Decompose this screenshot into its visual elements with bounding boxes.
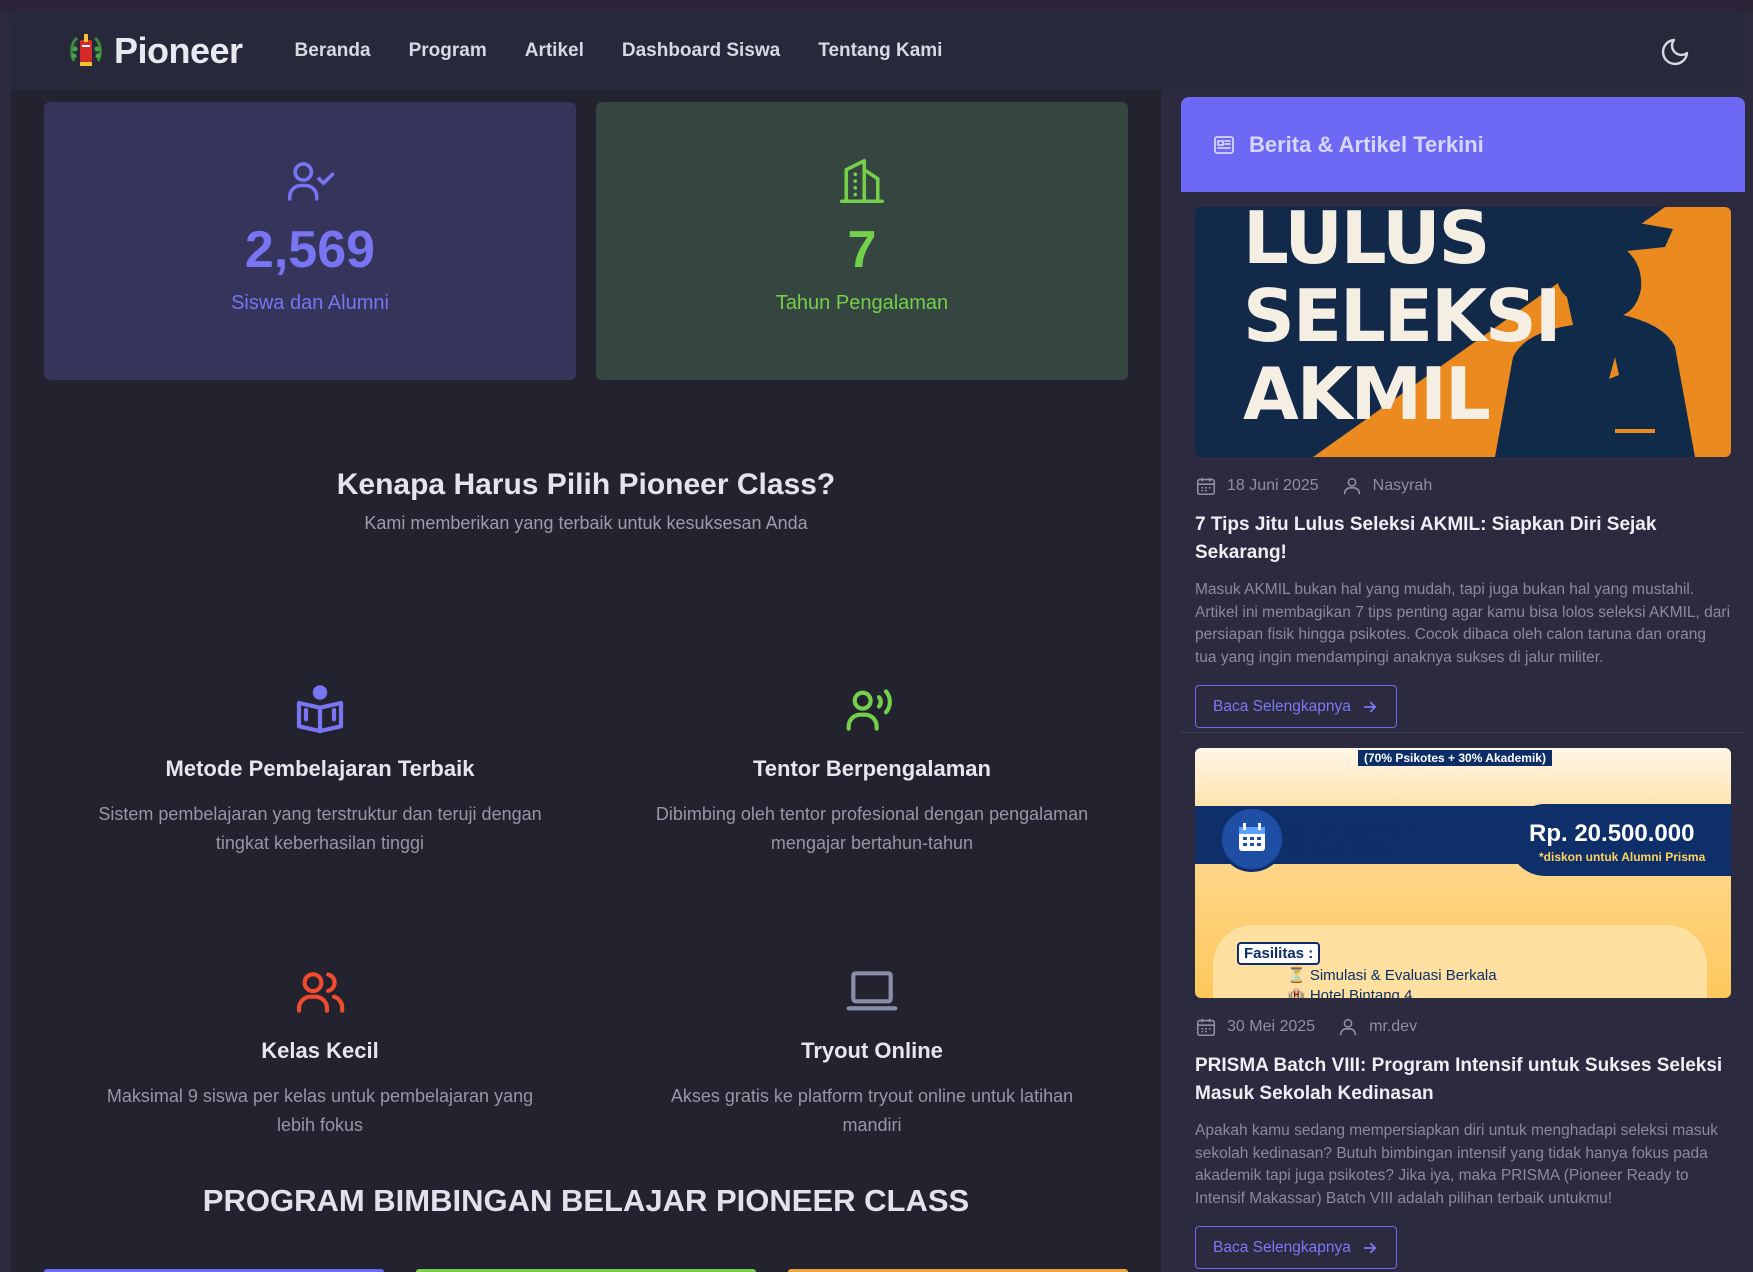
feature-title: Metode Pembelajaran Terbaik <box>165 756 475 781</box>
read-more-label: Baca Selengkapnya <box>1213 697 1351 715</box>
brand-name: Pioneer <box>114 30 243 71</box>
feature-description: Akses gratis ke platform tryout online u… <box>670 1086 1074 1135</box>
book-reader-icon <box>292 682 348 738</box>
thumbnail-price: Rp. 20.500.000 <box>1529 820 1695 847</box>
thumbnail-dates: 21 - 27 Maret & 5 - 18 April 2025 <box>1285 821 1430 858</box>
arrow-right-icon <box>1361 698 1379 716</box>
read-more-button[interactable]: Baca Selengkapnya <box>1195 685 1397 728</box>
user-check-icon <box>283 154 337 208</box>
arrow-right-icon <box>1361 1239 1379 1257</box>
stat-value-students: 2,569 <box>244 221 376 279</box>
article-divider <box>1181 732 1745 733</box>
article-date: 18 Juni 2025 <box>1227 477 1319 494</box>
thumbnail-facility: ⏳ Simulasi & Evaluasi Berkala <box>1287 967 1497 984</box>
article-excerpt: Apakah kamu sedang mempersiapkan diri un… <box>1195 1122 1718 1207</box>
feature-description: Maksimal 9 siswa per kelas untuk pembela… <box>106 1086 534 1135</box>
thumbnail-discount: *diskon untuk Alumni Prisma <box>1539 850 1706 864</box>
article-author: Nasyrah <box>1372 477 1433 494</box>
thumbnail-headline: LULUS SELEKSI AKMIL <box>1243 207 1562 436</box>
why-section-title: Kenapa Harus Pilih Pioneer Class? <box>336 468 836 501</box>
read-more-label: Baca Selengkapnya <box>1213 1238 1351 1256</box>
read-more-button[interactable]: Baca Selengkapnya <box>1195 1226 1397 1269</box>
stat-card-students: 2,569 Siswa dan Alumni <box>44 102 576 380</box>
news-sidebar-header: Berita & Artikel Terkini <box>1181 97 1745 192</box>
feature-metode-pembelajaran: Metode Pembelajaran Terbaik Sistem pembe… <box>44 682 596 858</box>
feature-tentor: Tentor Berpengalaman Dibimbing oleh tent… <box>596 682 1148 858</box>
calendar-icon <box>1195 475 1217 497</box>
browser-top-strip <box>0 0 1753 12</box>
feature-kelas-kecil: Kelas Kecil Maksimal 9 siswa per kelas u… <box>44 964 596 1140</box>
article-card: LULUS SELEKSI AKMIL 18 Juni 2025 Nasyrah… <box>1195 207 1731 728</box>
article-thumbnail[interactable]: (70% Psikotes + 30% Akademik) 21 - 27 Ma… <box>1195 748 1731 998</box>
stat-label-experience: Tahun Pengalaman <box>775 292 949 314</box>
calendar-icon <box>1195 1016 1217 1038</box>
stat-label-students: Siswa dan Alumni <box>231 292 389 314</box>
article-excerpt: Masuk AKMIL bukan hal yang mudah, tapi j… <box>1195 581 1731 666</box>
user-icon <box>1341 475 1363 497</box>
news-sidebar: Berita & Artikel Terkini LULUS SELEKSI A… <box>1161 90 1745 1272</box>
stat-value-experience: 7 <box>847 221 877 279</box>
feature-description: Sistem pembelajaran yang terstruktur dan… <box>98 804 542 853</box>
speaking-person-icon <box>844 682 900 738</box>
article-meta: 30 Mei 2025 mr.dev <box>1195 1014 1731 1040</box>
article-title[interactable]: 7 Tips Jitu Lulus Seleksi AKMIL: Siapkan… <box>1195 511 1731 567</box>
program-cards-top-edges <box>11 1266 1161 1272</box>
feature-title: Tryout Online <box>801 1038 943 1063</box>
thumbnail-facilities-label: Fasilitas : <box>1237 942 1321 965</box>
nav-item-dashboard-siswa[interactable]: Dashboard Siswa <box>622 40 780 62</box>
programs-section-title: PROGRAM BIMBINGAN BELAJAR PIONEER CLASS <box>202 1183 970 1218</box>
feature-tryout-online: Tryout Online Akses gratis ke platform t… <box>596 964 1148 1140</box>
nav-item-tentang-kami[interactable]: Tentang Kami <box>818 40 942 62</box>
article-thumbnail[interactable]: LULUS SELEKSI AKMIL <box>1195 207 1731 457</box>
navbar: Pioneer Beranda Program Artikel Dashboar… <box>11 12 1745 90</box>
pioneer-logo-icon <box>66 31 106 71</box>
nav-item-beranda[interactable]: Beranda <box>295 40 371 62</box>
stat-card-experience: 7 Tahun Pengalaman <box>596 102 1128 380</box>
user-icon <box>1337 1016 1359 1038</box>
nav-item-program[interactable]: Program <box>409 40 487 62</box>
why-section-subtitle: Kami memberikan yang terbaik untuk kesuk… <box>364 513 808 533</box>
article-author: mr.dev <box>1369 1018 1418 1035</box>
article-date: 30 Mei 2025 <box>1227 1018 1316 1035</box>
main-nav: Beranda Program Artikel Dashboard Siswa … <box>295 40 981 62</box>
newspaper-icon <box>1212 133 1236 157</box>
laptop-icon <box>844 964 900 1020</box>
users-icon <box>292 964 348 1020</box>
feature-title: Kelas Kecil <box>261 1038 379 1063</box>
thumbnail-caption: (70% Psikotes + 30% Akademik) <box>1358 750 1552 766</box>
article-title[interactable]: PRISMA Batch VIII: Program Intensif untu… <box>1195 1052 1731 1108</box>
article-card: (70% Psikotes + 30% Akademik) 21 - 27 Ma… <box>1195 748 1731 1269</box>
feature-description: Dibimbing oleh tentor profesional dengan… <box>655 804 1089 853</box>
main-content: 2,569 Siswa dan Alumni 7 Tahun Pengalama… <box>11 90 1161 1272</box>
thumbnail-facility: 🏨 Hotel Bintang 4 <box>1287 987 1413 998</box>
brand[interactable]: Pioneer <box>66 30 243 72</box>
news-sidebar-title: Berita & Artikel Terkini <box>1249 131 1484 157</box>
moon-icon[interactable] <box>1659 36 1691 68</box>
nav-item-artikel[interactable]: Artikel <box>525 40 584 62</box>
calendar-icon <box>1219 806 1285 872</box>
feature-title: Tentor Berpengalaman <box>753 756 991 781</box>
article-meta: 18 Juni 2025 Nasyrah <box>1195 473 1731 499</box>
building-icon <box>835 154 889 208</box>
